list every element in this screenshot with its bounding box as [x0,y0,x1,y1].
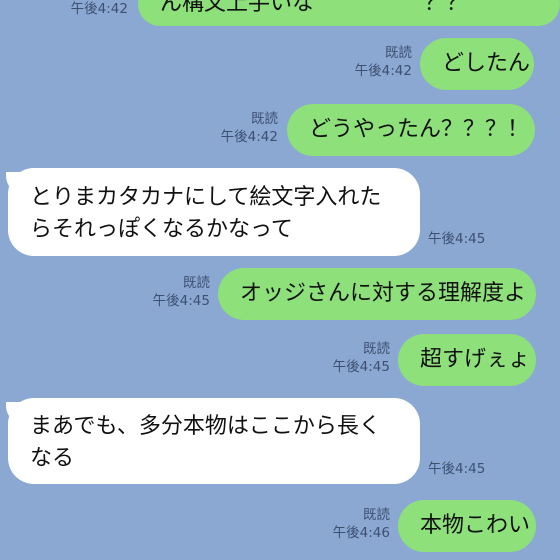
timestamp: 午後4:42 [220,129,278,145]
message-meta: 午後4:45 [428,230,490,248]
outgoing-message-bubble[interactable]: オッジさんに対する理解度よ [218,268,536,320]
message-meta: 既読 午後4:45 [308,340,390,376]
read-receipt: 既読 [363,507,390,523]
timestamp: 午後4:45 [332,359,390,375]
incoming-message-bubble[interactable]: とりまカタカナにして絵文字入れたらそれっぽくなるかなって [8,168,420,256]
read-receipt: 既読 [251,111,278,127]
incoming-message-bubble[interactable]: まあでも、多分本物はここから長くなる [8,398,420,484]
message-meta: 既読 午後4:45 [128,274,210,310]
read-receipt: 既読 [183,275,210,291]
timestamp: 午後4:46 [332,525,390,541]
outgoing-message-bubble[interactable]: ん構文上手いな ？？ [138,0,560,26]
message-meta: 午後4:42 [50,0,128,18]
outgoing-message-bubble[interactable]: どしたん [420,38,534,90]
timestamp: 午後4:42 [70,1,128,17]
read-receipt: 既読 [385,45,412,61]
message-meta: 既読 午後4:46 [308,506,390,542]
timestamp: 午後4:45 [428,461,486,477]
timestamp: 午後4:45 [152,293,210,309]
outgoing-message-bubble[interactable]: 本物こわい [398,500,536,552]
timestamp: 午後4:42 [354,63,412,79]
timestamp: 午後4:45 [428,231,486,247]
outgoing-message-bubble[interactable]: どうやったん？？？！ [287,104,535,156]
chat-area[interactable]: ん構文上手いな ？？ 午後4:42 既読 午後4:42 どしたん 既読 午後4:… [0,0,560,560]
message-meta: 既読 午後4:42 [196,110,278,146]
outgoing-message-bubble[interactable]: 超すげぇょ [398,334,536,386]
message-meta: 午後4:45 [428,460,490,478]
message-meta: 既読 午後4:42 [330,44,412,80]
read-receipt: 既読 [363,341,390,357]
